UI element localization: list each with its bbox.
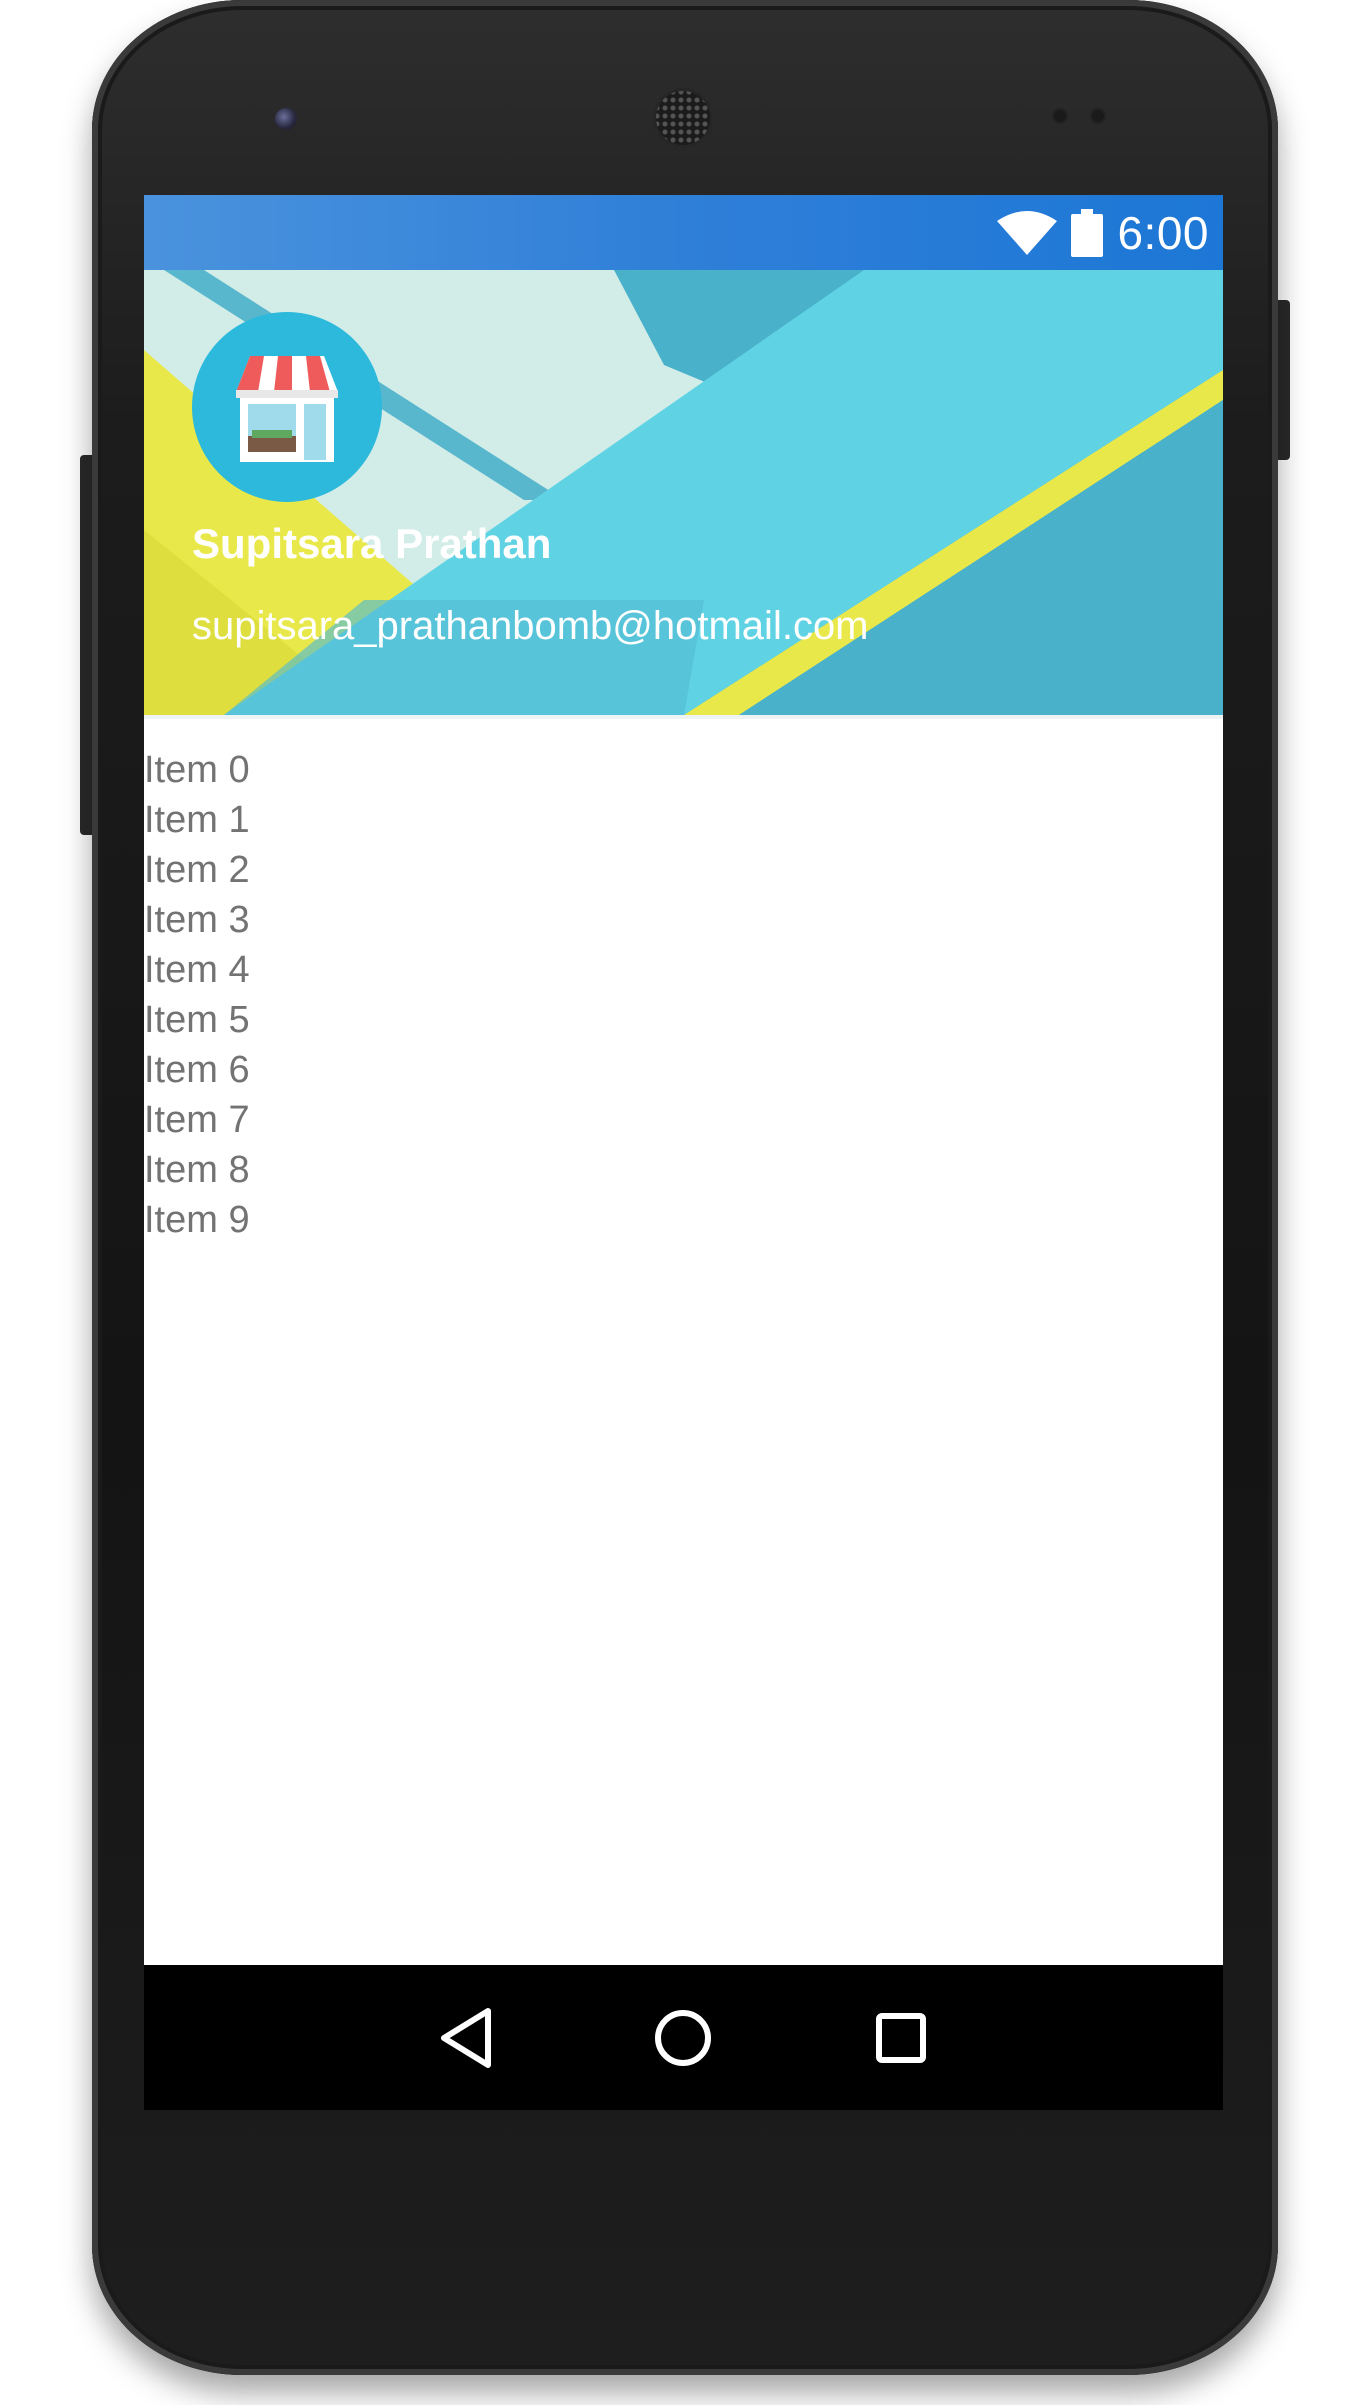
wifi-icon <box>997 210 1058 255</box>
status-icons: 6:00 <box>997 205 1209 260</box>
drawer-header: Supitsara Prathan supitsara_prathanbomb@… <box>144 270 1223 715</box>
storefront-icon <box>236 356 338 462</box>
light-sensor <box>1090 108 1106 124</box>
back-button[interactable] <box>431 2003 501 2073</box>
item-list: Item 0 Item 1 Item 2 Item 3 Item 4 Item … <box>144 745 1223 1245</box>
home-icon <box>655 2010 711 2066</box>
battery-icon <box>1071 208 1104 257</box>
status-time: 6:00 <box>1117 206 1209 259</box>
list-item[interactable]: Item 1 <box>144 795 1223 845</box>
back-icon <box>441 2008 491 2068</box>
screen: 6:00 Supitsara Prathan supitsara_prathan… <box>144 195 1223 2110</box>
proximity-sensor <box>1052 108 1068 124</box>
front-camera <box>275 108 297 130</box>
list-item[interactable]: Item 6 <box>144 1045 1223 1095</box>
list-item[interactable]: Item 5 <box>144 995 1223 1045</box>
earpiece-speaker <box>653 88 713 148</box>
home-button[interactable] <box>648 2003 718 2073</box>
user-name: Supitsara Prathan <box>192 520 552 567</box>
list-item[interactable]: Item 3 <box>144 895 1223 945</box>
list-item[interactable]: Item 0 <box>144 745 1223 795</box>
list-item[interactable]: Item 4 <box>144 945 1223 995</box>
page: 6:00 Supitsara Prathan supitsara_prathan… <box>0 0 1370 2405</box>
list-item[interactable]: Item 8 <box>144 1145 1223 1195</box>
avatar[interactable] <box>192 312 382 502</box>
list-item[interactable]: Item 2 <box>144 845 1223 895</box>
list-item[interactable]: Item 7 <box>144 1095 1223 1145</box>
header-divider <box>144 715 1223 719</box>
status-bar: 6:00 <box>144 195 1223 270</box>
user-email: supitsara_prathanbomb@hotmail.com <box>192 604 869 648</box>
recent-apps-icon <box>876 2013 926 2063</box>
navigation-bar <box>144 1965 1223 2110</box>
list-item[interactable]: Item 9 <box>144 1195 1223 1245</box>
recent-apps-button[interactable] <box>866 2003 936 2073</box>
